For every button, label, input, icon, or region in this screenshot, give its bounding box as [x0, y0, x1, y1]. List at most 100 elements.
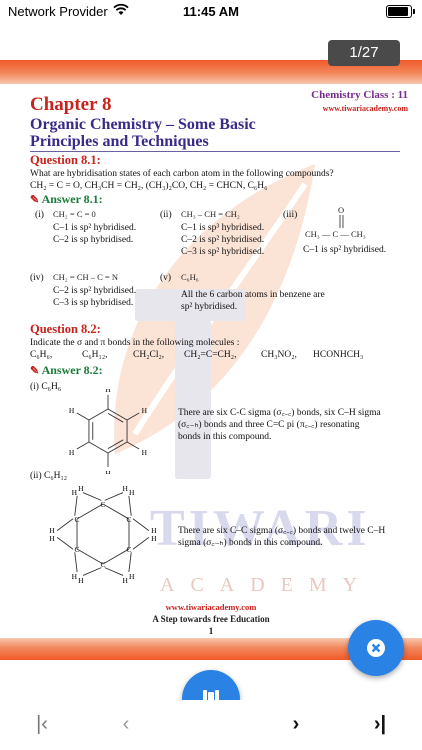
molecule-5: CH₃NO₂, [261, 350, 297, 360]
ring-bond [88, 408, 109, 421]
first-page-button[interactable]: |‹ [22, 706, 62, 742]
chapter-heading: Chapter 8 [30, 94, 112, 115]
pen-icon: ✎ [30, 365, 40, 377]
answer-i-label: (i) [35, 210, 44, 220]
answer-i-formula: CH₂ = C = 0 [53, 209, 96, 219]
chapter-title-line1: Organic Chemistry – Some Basic [30, 116, 256, 133]
last-page-button[interactable]: ›| [360, 706, 400, 742]
hydrogen-atom: H [72, 572, 78, 581]
question-8-1-heading: Question 8.1: [30, 153, 101, 167]
clock: 11:45 AM [183, 4, 239, 19]
battery-icon [386, 5, 415, 18]
chapter-title: Organic Chemistry – Some Basic Principle… [30, 116, 330, 150]
previous-page-icon: ‹ [122, 712, 130, 735]
answer-8-2-heading: ✎ Answer 8.2: [30, 363, 103, 377]
answer-iii-label: (iii) [283, 210, 298, 220]
c-h-bond [104, 492, 124, 501]
c-h-bond [76, 412, 90, 421]
answer-iv-label: (iv) [30, 273, 44, 283]
previous-page-button[interactable]: ‹ [106, 706, 146, 742]
hydrogen-atom: H [129, 572, 135, 581]
ring-bond [102, 548, 130, 565]
answer-ii-line2: C–2 is sp² hybridised. [181, 235, 265, 245]
c-h-bond [76, 441, 90, 450]
ring-bond [76, 548, 104, 565]
page-navigation-bar: |‹ ‹ › ›| [0, 700, 422, 750]
watermark-sub: ACADEMY [160, 574, 374, 596]
c-h-bond [128, 552, 132, 573]
question-8-1-compounds: CH₂ = C = O, CH₃CH = CH₂, (CH₃)₂CO, CH₂ … [30, 181, 268, 191]
c-h-bond [132, 518, 150, 531]
c-h-bond [56, 518, 74, 531]
answer-8-2-ii-line1: There are six C–C sigma (σ꜀₋꜀) bonds and… [178, 526, 386, 536]
molecule-6: HCONHCH₃ [313, 350, 364, 360]
cyclohexane-structure: CH HCHHCHHCHHCHHCHH [49, 484, 157, 585]
ring-bond [76, 503, 104, 520]
answer-v-line2: sp² hybridised. [181, 302, 238, 312]
molecule-2: C₆H₁₂, [82, 350, 108, 360]
ring-bond [102, 503, 130, 520]
c-h-bond [104, 567, 124, 576]
footer-site[interactable]: www.tiwariacademy.com [0, 602, 422, 612]
answer-8-1-heading: ✎ Answer 8.1: [30, 192, 103, 206]
molecule-4: CH₂=C=CH₂, [184, 350, 237, 360]
c-h-bond [132, 537, 150, 550]
chapter-title-line2: Principles and Techniques [30, 133, 209, 150]
answer-v-line1: All the 6 carbon atoms in benzene are [181, 290, 325, 300]
hydrogen-atom: H [105, 389, 111, 394]
answer-8-2-i-label: (i) C₆H₆ [30, 382, 62, 392]
hydrogen-atom: H [78, 576, 84, 585]
hydrogen-atom: H [122, 484, 128, 493]
page-indicator[interactable]: 1/27 [328, 40, 400, 66]
hydrogen-atom: H [142, 448, 148, 457]
hydrogen-atom: H [78, 484, 84, 493]
answer-iv-formula: CH₂ = CH – C = N [53, 272, 118, 282]
c-h-bond [82, 492, 102, 501]
answer-8-2-i-line1: There are six C-C sigma (σ꜀₋꜀) bonds, si… [178, 408, 381, 418]
question-8-1-text: What are hybridisation states of each ca… [30, 169, 334, 179]
answer-i-line1: C–1 is sp² hybridised. [53, 223, 137, 233]
ring-bond [107, 441, 128, 454]
hydrogen-atom: H [129, 488, 135, 497]
next-page-button[interactable]: › [276, 706, 316, 742]
answer-iii-formula: CH₃ — C — CH₃ [305, 229, 366, 239]
benzene-structure: H H H H H H [69, 389, 148, 474]
c-h-bond [128, 495, 132, 516]
carbon-atom: C [100, 500, 105, 509]
c-h-bond [74, 495, 78, 516]
close-button[interactable] [348, 620, 404, 676]
site-link-top[interactable]: www.tiwariacademy.com [323, 104, 408, 113]
answer-8-2-i-line2: (σ꜀₋ₕ) bonds and three C=C pi (π꜀₋꜀) res… [178, 420, 360, 430]
ring-bond [88, 441, 109, 454]
answer-iii-oxygen: O [338, 205, 345, 215]
status-bar: Network Provider 11:45 AM [0, 0, 422, 22]
ring-bond [107, 408, 128, 421]
pen-icon: ✎ [30, 194, 40, 206]
answer-8-2-ii-line2: sigma (σ꜀₋ₕ) bonds in this compound. [178, 538, 323, 548]
answer-ii-line1: C–1 is sp³ hybridised. [181, 223, 265, 233]
double-bond [107, 413, 124, 423]
next-page-icon: › [292, 712, 300, 735]
question-8-2-heading: Question 8.2: [30, 322, 101, 336]
c-h-bond [82, 567, 102, 576]
c-h-bond [56, 537, 74, 550]
double-bond-mark [339, 215, 344, 228]
double-bond [107, 439, 124, 449]
c-h-bond [74, 552, 78, 573]
answer-iii-line1: C–1 is sp² hybridised. [303, 245, 387, 255]
first-page-icon: |‹ [36, 712, 48, 735]
hydrogen-atom: H [142, 406, 148, 415]
answer-i-line2: C–2 is sp hybridised. [53, 235, 134, 245]
hydrogen-atom: H [122, 576, 128, 585]
c-h-bond [126, 441, 140, 450]
hydrogen-atom: H [49, 526, 55, 535]
answer-iv-line2: C–3 is sp hybridised. [53, 298, 134, 308]
close-icon [367, 639, 385, 657]
question-8-2-text: Indicate the σ and π bonds in the follow… [30, 338, 240, 348]
last-page-icon: ›| [373, 712, 387, 735]
molecule-1: C₆H₆, [30, 350, 53, 360]
answer-ii-formula: CH₃ – CH = CH₂ [181, 209, 240, 219]
molecule-3: CH₂Cl₂, [133, 350, 165, 360]
hydrogen-atom: H [69, 448, 75, 457]
answer-v-label: (v) [160, 273, 172, 283]
